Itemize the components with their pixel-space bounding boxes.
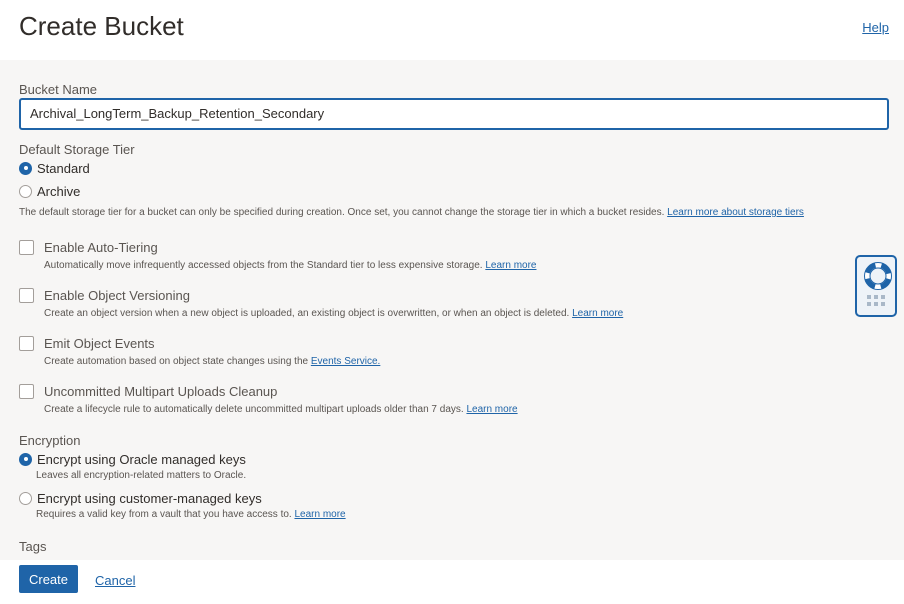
radio-oracle-managed-keys[interactable]: Encrypt using Oracle managed keys	[19, 451, 246, 467]
multipart-cleanup-description-text: Create a lifecycle rule to automatically…	[44, 404, 464, 415]
customer-managed-keys-label: Encrypt using customer-managed keys	[37, 490, 262, 506]
oracle-managed-keys-label: Encrypt using Oracle managed keys	[37, 451, 246, 467]
storage-tier-label: Default Storage Tier	[19, 142, 135, 157]
storage-tier-note-text: The default storage tier for a bucket ca…	[19, 207, 665, 218]
events-service-link[interactable]: Events Service.	[311, 356, 380, 367]
page-title: Create Bucket	[19, 11, 184, 41]
object-versioning-description: Create an object version when a new obje…	[44, 308, 623, 319]
oracle-managed-keys-description: Leaves all encryption-related matters to…	[36, 470, 247, 481]
help-link[interactable]: Help	[862, 20, 889, 35]
auto-tiering-description: Automatically move infrequently accessed…	[44, 260, 536, 271]
tags-label: Tags	[19, 539, 47, 554]
cancel-link[interactable]: Cancel	[95, 573, 135, 588]
grid-dots-icon	[867, 295, 885, 306]
auto-tiering-checkbox[interactable]	[19, 240, 34, 255]
radio-archive-label: Archive	[37, 183, 81, 199]
object-versioning-learn-more-link[interactable]: Learn more	[572, 308, 623, 319]
object-versioning-description-text: Create an object version when a new obje…	[44, 308, 570, 319]
radio-archive[interactable]: Archive	[19, 183, 80, 199]
multipart-cleanup-label: Uncommitted Multipart Uploads Cleanup	[44, 384, 278, 399]
object-versioning-label: Enable Object Versioning	[44, 288, 190, 303]
create-button[interactable]: Create	[19, 565, 78, 593]
object-versioning-checkbox[interactable]	[19, 288, 34, 303]
help-widget[interactable]	[855, 255, 897, 317]
learn-more-storage-tiers-link[interactable]: Learn more about storage tiers	[667, 207, 804, 218]
multipart-cleanup-checkbox[interactable]	[19, 384, 34, 399]
multipart-cleanup-learn-more-link[interactable]: Learn more	[466, 404, 517, 415]
radio-button-selected[interactable]	[19, 161, 32, 175]
radio-button[interactable]	[19, 184, 32, 198]
auto-tiering-learn-more-link[interactable]: Learn more	[485, 260, 536, 271]
storage-tier-note: The default storage tier for a bucket ca…	[19, 207, 804, 218]
page-header: Create Bucket Help	[0, 0, 904, 60]
form-footer	[0, 560, 904, 604]
lifebuoy-icon	[864, 262, 892, 290]
encryption-label: Encryption	[19, 433, 81, 448]
multipart-cleanup-description: Create a lifecycle rule to automatically…	[44, 404, 518, 415]
customer-managed-keys-learn-more-link[interactable]: Learn more	[294, 509, 345, 520]
customer-managed-keys-description: Requires a valid key from a vault that y…	[36, 509, 346, 520]
auto-tiering-label: Enable Auto-Tiering	[44, 240, 158, 255]
radio-button-selected[interactable]	[19, 452, 32, 466]
customer-managed-keys-description-text: Requires a valid key from a vault that y…	[36, 509, 292, 520]
emit-object-events-description: Create automation based on object state …	[44, 356, 380, 367]
bucket-name-input[interactable]: Archival_LongTerm_Backup_Retention_Secon…	[19, 98, 889, 130]
auto-tiering-description-text: Automatically move infrequently accessed…	[44, 260, 483, 271]
radio-standard-label: Standard	[37, 160, 90, 176]
radio-standard[interactable]: Standard	[19, 160, 90, 176]
emit-object-events-checkbox[interactable]	[19, 336, 34, 351]
emit-object-events-label: Emit Object Events	[44, 336, 155, 351]
emit-object-events-description-text: Create automation based on object state …	[44, 356, 309, 367]
radio-customer-managed-keys[interactable]: Encrypt using customer-managed keys	[19, 490, 262, 506]
radio-button[interactable]	[19, 491, 32, 505]
bucket-name-label: Bucket Name	[19, 82, 98, 97]
